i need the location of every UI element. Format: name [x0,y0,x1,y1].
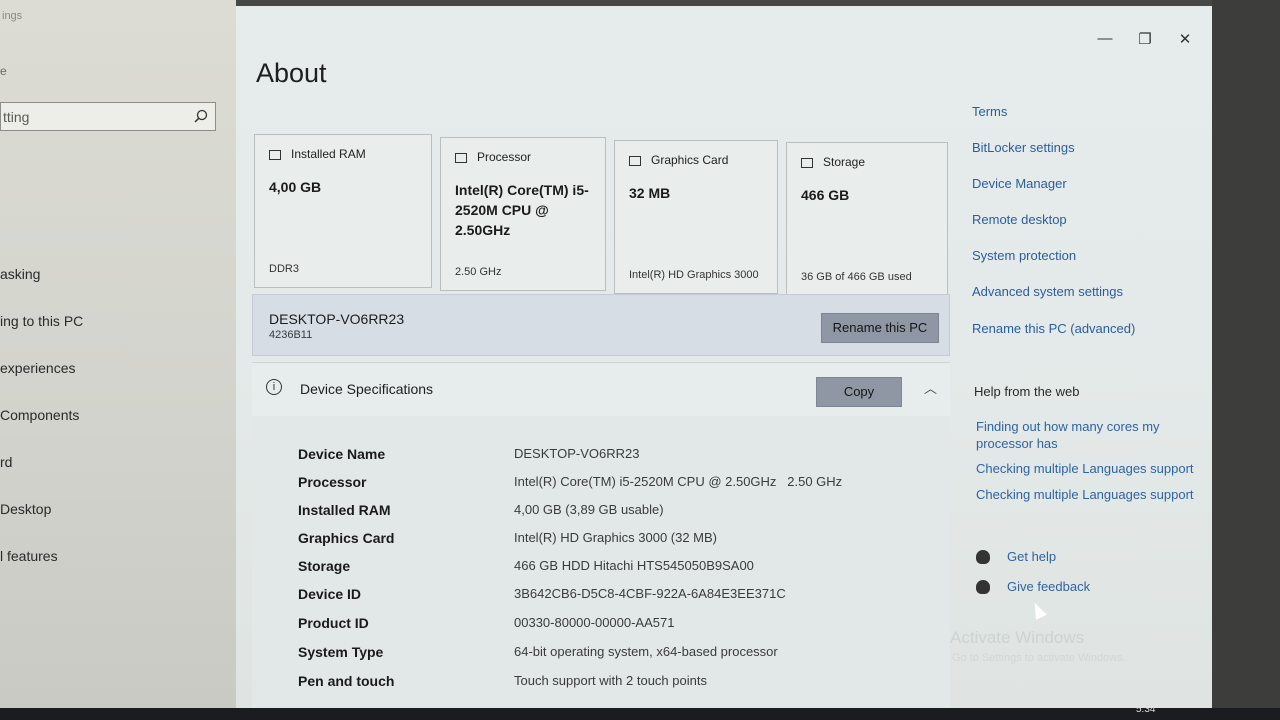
card-value: 4,00 GB [269,179,322,195]
device-specifications-list: Device Name DESKTOP-VO6RR23 Processor In… [252,416,950,708]
card-value: Intel(R) Core(TM) i5-2520M CPU @ 2.50GHz [455,182,589,238]
close-button[interactable]: ✕ [1170,30,1200,48]
spec-row: Processor Intel(R) Core(TM) i5-2520M CPU… [252,474,950,498]
card-footer: 2.50 GHz [455,266,502,278]
spec-label: Pen and touch [298,673,395,689]
spec-label: Storage [298,558,351,574]
section-title: Device Specifications [300,381,434,397]
spec-row: Device Name DESKTOP-VO6RR23 [252,446,950,470]
spec-label: Device Name [298,446,386,462]
help-link-cores[interactable]: Finding out how many cores my processor … [976,418,1196,452]
settings-search-box[interactable]: tting [0,102,216,131]
sidebar-home-label[interactable]: e [0,64,7,78]
info-icon: i [266,379,282,395]
get-help-icon[interactable] [976,550,990,564]
link-terms[interactable]: Terms [972,104,1007,119]
sidebar-item-shared-experiences[interactable]: experiences [0,360,76,376]
help-link-languages[interactable]: Checking multiple Languages support [976,460,1196,477]
give-feedback-link[interactable]: Give feedback [1007,579,1090,594]
sidebar-item-components[interactable]: Components [0,407,79,423]
spec-row: Pen and touch Touch support with 2 touch… [252,673,950,697]
card-storage: Storage 466 GB 36 GB of 466 GB used [786,142,948,296]
help-link-languages-2[interactable]: Checking multiple Languages support [976,486,1196,503]
spec-row: Storage 466 GB HDD Hitachi HTS545050B9SA… [252,558,950,582]
spec-value: DESKTOP-VO6RR23 [514,446,640,461]
minimize-button[interactable]: — [1090,30,1120,47]
card-footer: DDR3 [269,263,299,275]
spec-value: 466 GB HDD Hitachi HTS545050B9SA00 [514,558,754,573]
sidebar-item-remote-desktop[interactable]: Desktop [0,501,51,517]
link-device-manager[interactable]: Device Manager [972,176,1067,191]
link-remote-desktop[interactable]: Remote desktop [972,212,1067,227]
about-window: — ❐ ✕ About Installed RAM 4,00 GB DDR3 P… [236,6,1212,708]
spec-value: Intel(R) HD Graphics 3000 (32 MB) [514,530,718,545]
settings-sidebar-window: ings e tting asking ing to this PC exper… [0,0,236,708]
search-input[interactable]: tting [3,109,29,125]
sidebar-item-optional-features[interactable]: l features [0,548,58,564]
card-graphics: Graphics Card 32 MB Intel(R) HD Graphics… [614,140,778,294]
spec-value: 00330-80000-00000-AA571 [514,615,675,630]
card-label: Graphics Card [651,153,729,167]
spec-row: System Type 64-bit operating system, x64… [252,644,950,668]
feedback-icon[interactable] [976,580,990,594]
device-name: DESKTOP-VO6RR23 [269,311,405,327]
spec-label: Processor [298,474,367,490]
spec-label: Device ID [298,586,362,602]
help-from-web-heading: Help from the web [974,384,1080,399]
taskbar: 5:34 [0,704,1280,720]
card-processor: Processor Intel(R) Core(TM) i5-2520M CPU… [440,137,606,291]
sidebar-item-multitasking[interactable]: asking [0,266,40,282]
card-footer: 36 GB of 466 GB used [801,271,912,283]
spec-row: Device ID 3B642CB6-D5C8-4CBF-922A-6A84E3… [252,586,950,610]
spec-value: 64-bit operating system, x64-based proce… [514,644,778,659]
spec-row: Product ID 00330-80000-00000-AA571 [252,615,950,639]
get-help-link[interactable]: Get help [1007,549,1056,564]
link-bitlocker-settings[interactable]: BitLocker settings [972,140,1075,155]
activation-watermark-subtitle: Go to Settings to activate Windows. [952,652,1126,664]
search-icon[interactable] [193,108,209,124]
device-short-id: 4236B11 [269,329,313,341]
page-title: About [256,58,327,88]
spec-value: Intel(R) Core(TM) i5-2520M CPU @ 2.50GHz… [514,474,843,489]
spec-label: Product ID [298,615,369,631]
sidebar-item-clipboard[interactable]: rd [0,454,12,470]
spec-value: Touch support with 2 touch points [514,673,707,688]
card-label: Installed RAM [291,147,366,161]
sidebar-window-title: ings [2,10,23,22]
card-value: 466 GB [801,187,850,203]
storage-icon [801,158,813,168]
spec-row: Graphics Card Intel(R) HD Graphics 3000 … [252,530,950,554]
card-value: 32 MB [629,185,671,201]
ram-icon [269,150,281,160]
processor-icon [455,153,467,163]
spec-row: Installed RAM 4,00 GB (3,89 GB usable) [252,502,950,526]
spec-label: System Type [298,644,384,660]
taskbar-clock[interactable]: 5:34 [1136,704,1155,715]
spec-label: Graphics Card [298,530,395,546]
card-installed-ram: Installed RAM 4,00 GB DDR3 [254,134,432,288]
spec-value: 4,00 GB (3,89 GB usable) [514,502,664,517]
chevron-up-icon[interactable]: ︿ [924,378,937,397]
copy-button[interactable]: Copy [816,377,902,407]
spec-value: 3B642CB6-D5C8-4CBF-922A-6A84E3EE371C [514,586,786,601]
card-label: Processor [477,150,532,164]
maximize-button[interactable]: ❐ [1130,30,1160,48]
mouse-cursor [1029,600,1047,620]
link-system-protection[interactable]: System protection [972,248,1076,263]
card-label: Storage [823,155,866,169]
activation-watermark: Activate Windows [950,628,1085,647]
sidebar-item-projecting[interactable]: ing to this PC [0,313,83,329]
card-footer: Intel(R) HD Graphics 3000 [629,269,759,281]
link-rename-pc-advanced[interactable]: Rename this PC (advanced) [972,321,1135,336]
pc-name-panel: DESKTOP-VO6RR23 4236B11 Rename this PC [252,294,950,356]
device-specifications-header[interactable]: i Device Specifications Copy ︿ [252,362,950,418]
graphics-card-icon [629,156,641,166]
screen-bezel [1212,0,1280,720]
spec-label: Installed RAM [298,502,391,518]
link-advanced-system-settings[interactable]: Advanced system settings [972,284,1123,299]
rename-pc-button[interactable]: Rename this PC [821,313,939,343]
